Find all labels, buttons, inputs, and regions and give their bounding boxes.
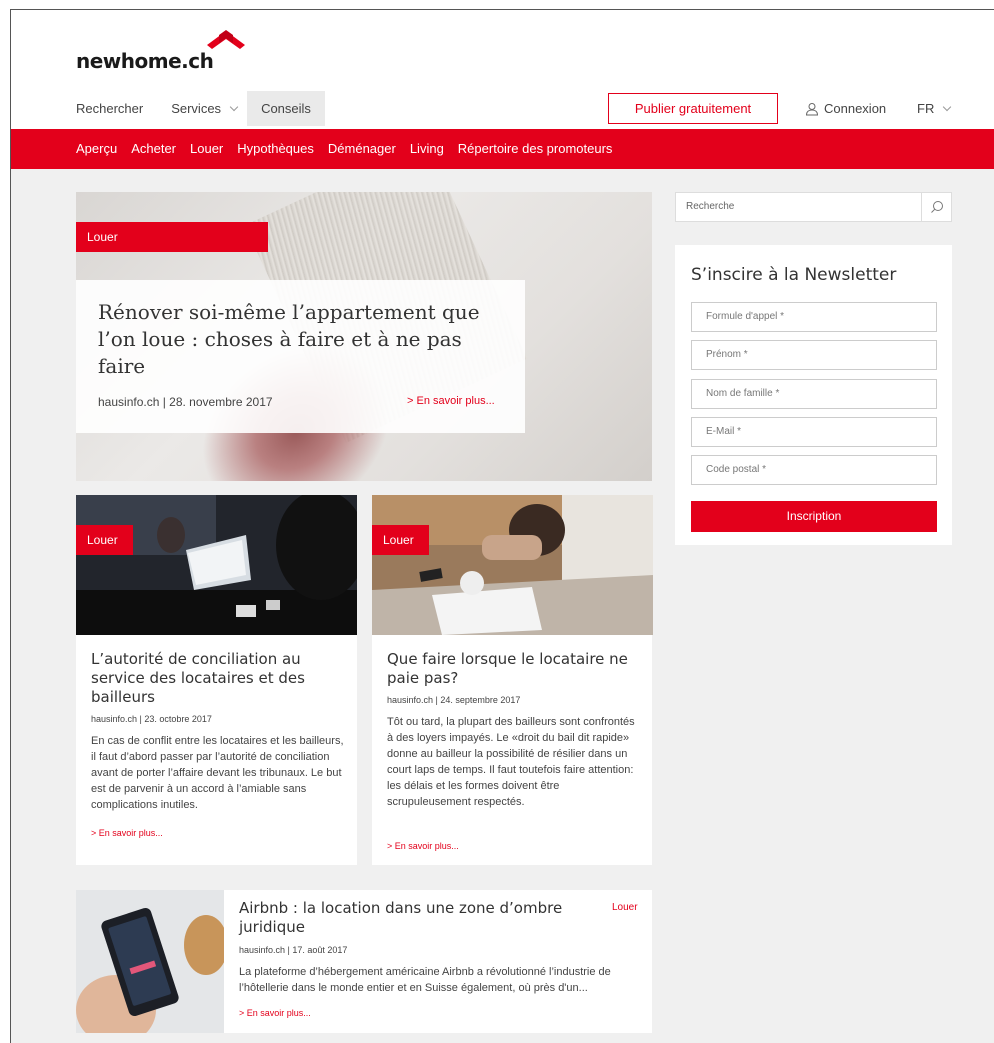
hero-title[interactable]: Rénover soi-même l’appartement que l’on … <box>98 299 498 380</box>
user-icon <box>805 102 819 115</box>
subnav-apercu[interactable]: Aperçu <box>76 129 117 169</box>
nav-services[interactable]: Services <box>161 91 247 126</box>
email-field[interactable]: E-Mail * <box>691 417 937 447</box>
postal-code-field[interactable]: Code postal * <box>691 455 937 485</box>
phone-hand-photo <box>76 890 224 1033</box>
category-tag[interactable]: Louer <box>76 222 268 252</box>
stressed-man-photo <box>372 495 653 635</box>
category-tag[interactable]: Louer <box>612 902 638 913</box>
hero-card: Rénover soi-même l’appartement que l’on … <box>76 280 525 433</box>
search-icon <box>930 201 943 213</box>
nav-conseils[interactable]: Conseils <box>247 91 325 126</box>
read-more-link[interactable]: > En savoir plus... <box>387 841 459 851</box>
search-input[interactable]: Recherche <box>676 193 922 221</box>
article-meta: hausinfo.ch | 23. octobre 2017 <box>91 714 212 724</box>
chevron-down-icon <box>229 102 239 112</box>
hero-article[interactable]: Louer Rénover soi-même l’appartement que… <box>76 192 652 481</box>
hero-meta: hausinfo.ch | 28. novembre 2017 <box>98 395 273 409</box>
article-excerpt: En cas de conflit entre les locataires e… <box>91 735 344 811</box>
article-title[interactable]: Que faire lorsque le locataire ne paie p… <box>387 650 637 688</box>
subnav-acheter[interactable]: Acheter <box>131 129 176 169</box>
office-photo <box>76 495 357 635</box>
browser-page: newhome.ch Rechercher Services Conseils … <box>10 9 994 1043</box>
chevron-down-icon <box>943 102 952 112</box>
article-title[interactable]: Airbnb : la location dans une zone d’omb… <box>239 899 579 937</box>
category-tag[interactable]: Louer <box>76 525 133 555</box>
subnav-demenager[interactable]: Déménager <box>328 129 396 169</box>
subnav-repertoire[interactable]: Répertoire des promoteurs <box>458 129 613 169</box>
first-name-field[interactable]: Prénom * <box>691 340 937 370</box>
salutation-field[interactable]: Formule d'appel * <box>691 302 937 332</box>
article-card[interactable]: Louer Que faire lorsque le locataire ne … <box>372 495 653 865</box>
sub-navigation: Aperçu Acheter Louer Hypothèques Déménag… <box>11 129 994 169</box>
top-navigation: Rechercher Services Conseils <box>76 91 325 126</box>
subscribe-button[interactable]: Inscription <box>691 501 937 532</box>
login-link[interactable]: Connexion <box>805 91 886 126</box>
nav-services-label: Services <box>171 101 222 116</box>
main-content: Louer Rénover soi-même l’appartement que… <box>11 169 994 1043</box>
article-meta: hausinfo.ch | 24. septembre 2017 <box>387 695 521 705</box>
publish-free-button[interactable]: Publier gratuitement <box>608 93 778 124</box>
article-image <box>76 495 357 635</box>
article-excerpt: La plateforme d’hébergement américaine A… <box>239 966 611 994</box>
read-more-link[interactable]: > En savoir plus... <box>407 395 495 407</box>
newsletter-form: S’inscire à la Newsletter Formule d'appe… <box>675 245 952 545</box>
nav-rechercher[interactable]: Rechercher <box>76 91 153 126</box>
house-roof-icon <box>207 30 245 49</box>
category-tag[interactable]: Louer <box>372 525 429 555</box>
article-excerpt: Tôt ou tard, la plupart des bailleurs so… <box>387 716 635 808</box>
login-label: Connexion <box>824 101 887 116</box>
subnav-living[interactable]: Living <box>410 129 444 169</box>
article-image <box>372 495 653 635</box>
search-button[interactable] <box>921 193 951 221</box>
article-card-wide[interactable]: Airbnb : la location dans une zone d’omb… <box>76 890 652 1033</box>
subnav-hypotheques[interactable]: Hypothèques <box>237 129 314 169</box>
last-name-field[interactable]: Nom de famille * <box>691 379 937 409</box>
read-more-link[interactable]: > En savoir plus... <box>91 828 163 838</box>
article-image <box>76 890 224 1033</box>
language-selector[interactable]: FR <box>917 91 952 126</box>
logo-text: newhome.ch <box>76 49 214 73</box>
article-meta: hausinfo.ch | 17. août 2017 <box>239 945 348 955</box>
newsletter-title: S’inscire à la Newsletter <box>691 265 897 285</box>
search-box: Recherche <box>675 192 952 222</box>
read-more-link[interactable]: > En savoir plus... <box>239 1008 311 1018</box>
article-card[interactable]: Louer L’autorité de conciliation au serv… <box>76 495 357 865</box>
subnav-louer[interactable]: Louer <box>190 129 223 169</box>
article-title[interactable]: L’autorité de conciliation au service de… <box>91 650 341 707</box>
language-label: FR <box>917 101 935 116</box>
